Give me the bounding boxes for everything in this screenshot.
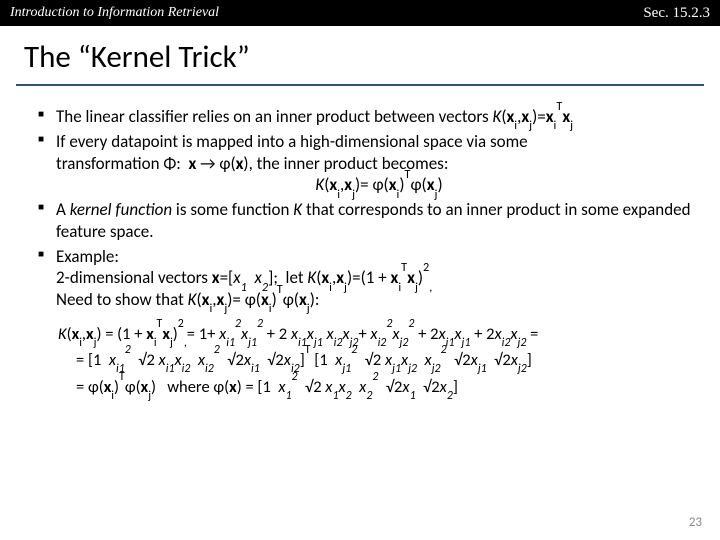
derivation-line-3: = φ(xi)Tφ(xj) where φ(x) = [1 x12 √2 x1x… <box>76 374 702 400</box>
inline-equation: K(xi,xj)= φ(xi)Tφ(xj) <box>56 174 702 196</box>
page-number: 23 <box>689 515 702 530</box>
slide: Introduction to Information Retrieval Se… <box>0 0 720 540</box>
text: If every datapoint is mapped into a high… <box>56 131 528 152</box>
bullet-3: A kernel function is some function K tha… <box>38 199 702 243</box>
section-label: Sec. 15.2.3 <box>643 5 710 22</box>
text: Example: <box>56 246 119 267</box>
bullet-list: The linear classifier relies on an inner… <box>38 106 702 311</box>
header-bar: Introduction to Information Retrieval Se… <box>0 0 720 26</box>
title-block: The “Kernel Trick” <box>0 26 720 80</box>
bullet-1: The linear classifier relies on an inner… <box>38 106 702 128</box>
derivation-line-1: K(xi,xj) = (1 + xiTxj)2,= 1+ xi12xj12 + … <box>58 321 702 347</box>
text: The linear classifier relies on an inner… <box>56 106 492 127</box>
text: Need to show that <box>56 289 188 310</box>
slide-title: The “Kernel Trick” <box>24 38 720 76</box>
course-title: Introduction to Information Retrieval <box>10 5 219 21</box>
bullet-4: Example: 2-dimensional vectors x=[x1 x2]… <box>38 246 702 311</box>
text: , the inner product becomes: <box>249 153 449 174</box>
text: 2-dimensional vectors <box>56 267 212 288</box>
derivation-line-2: = [1 xi12 √2 xi1xi2 xi22 √2xi1 √2xi2]T [… <box>76 347 702 373</box>
text: transformation Φ: <box>56 153 188 174</box>
body: The linear classifier relies on an inner… <box>0 86 720 400</box>
bullet-2: If every datapoint is mapped into a high… <box>38 131 702 196</box>
derivation: K(xi,xj) = (1 + xiTxj)2,= 1+ xi12xj12 + … <box>38 321 702 400</box>
